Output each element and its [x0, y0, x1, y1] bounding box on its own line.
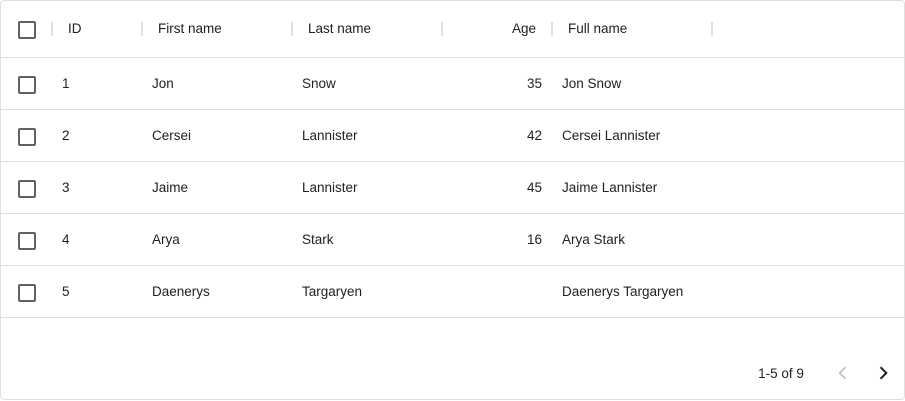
- cell-last-name: Stark: [302, 231, 334, 247]
- column-headers: ID First name Last name Age Full name: [1, 1, 904, 58]
- row-select-checkbox[interactable]: [18, 231, 36, 250]
- table-row[interactable]: 3 Jaime Lannister 45 Jaime Lannister: [1, 162, 904, 214]
- cell-full-name: Jaime Lannister: [562, 179, 658, 195]
- table-row[interactable]: 5 Daenerys Targaryen Daenerys Targaryen: [1, 266, 904, 318]
- previous-page-button[interactable]: [827, 357, 859, 389]
- select-all-checkbox[interactable]: [18, 21, 36, 39]
- cell-first-name: Arya: [152, 231, 180, 247]
- cell-id: 1: [62, 75, 70, 91]
- column-separator[interactable]: [551, 22, 553, 36]
- row-select-checkbox[interactable]: [18, 127, 36, 146]
- next-page-button[interactable]: [867, 357, 899, 389]
- cell-full-name: Cersei Lannister: [562, 127, 661, 143]
- cell-age: 45: [526, 179, 542, 195]
- column-header-label: ID: [68, 21, 82, 37]
- cell-id: 3: [62, 179, 70, 195]
- pagination-range-label: 1-5 of 9: [758, 365, 804, 381]
- column-separator[interactable]: [141, 22, 143, 36]
- column-separator[interactable]: [441, 22, 443, 36]
- chevron-left-icon: [838, 366, 847, 380]
- cell-age: 42: [526, 127, 542, 143]
- row-select-checkbox[interactable]: [18, 75, 36, 94]
- table-row[interactable]: 2 Cersei Lannister 42 Cersei Lannister: [1, 110, 904, 162]
- pagination-footer: 1-5 of 9: [1, 345, 904, 401]
- table-row[interactable]: 1 Jon Snow 35 Jon Snow: [1, 58, 904, 110]
- column-header-last-name[interactable]: Last name: [308, 1, 438, 57]
- column-separator[interactable]: [51, 22, 53, 36]
- cell-last-name: Snow: [302, 75, 336, 91]
- cell-last-name: Targaryen: [302, 283, 363, 299]
- column-separator[interactable]: [711, 22, 713, 36]
- cell-age: 35: [526, 75, 542, 91]
- column-header-label: First name: [158, 21, 222, 37]
- table-row[interactable]: 4 Arya Stark 16 Arya Stark: [1, 214, 904, 266]
- cell-full-name: Arya Stark: [562, 231, 626, 247]
- column-separator[interactable]: [291, 22, 293, 36]
- cell-first-name: Cersei: [152, 127, 192, 143]
- column-header-first-name[interactable]: First name: [158, 1, 288, 57]
- column-header-full-name[interactable]: Full name: [568, 1, 698, 57]
- column-header-label: Age: [511, 21, 536, 37]
- cell-last-name: Lannister: [302, 179, 358, 195]
- cell-full-name: Daenerys Targaryen: [562, 283, 684, 299]
- cell-first-name: Daenerys: [152, 283, 210, 299]
- cell-first-name: Jaime: [152, 179, 189, 195]
- chevron-right-icon: [879, 366, 888, 380]
- column-header-label: Full name: [568, 21, 628, 37]
- column-header-id[interactable]: ID: [68, 1, 138, 57]
- data-grid: ID First name Last name Age Full name 1 …: [0, 0, 905, 400]
- cell-age: [452, 266, 542, 317]
- row-select-checkbox[interactable]: [18, 283, 36, 302]
- cell-age: 16: [526, 231, 542, 247]
- cell-id: 2: [62, 127, 70, 143]
- cell-id: 5: [62, 283, 70, 299]
- row-select-checkbox[interactable]: [18, 179, 36, 198]
- cell-id: 4: [62, 231, 70, 247]
- column-header-label: Last name: [308, 21, 372, 37]
- cell-first-name: Jon: [152, 75, 174, 91]
- cell-full-name: Jon Snow: [562, 75, 622, 91]
- cell-last-name: Lannister: [302, 127, 358, 143]
- column-header-age[interactable]: Age: [446, 1, 536, 57]
